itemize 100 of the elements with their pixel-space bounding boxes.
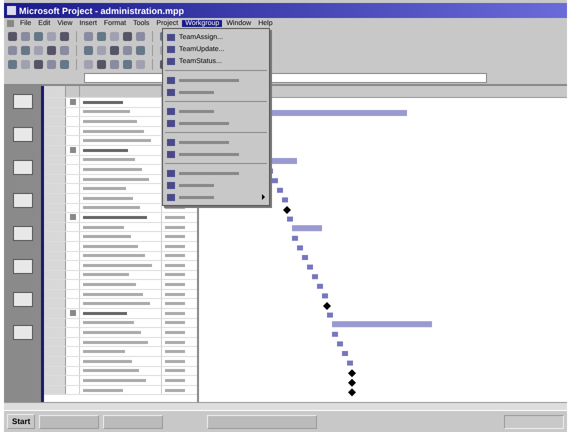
duration (165, 379, 185, 382)
duration (165, 264, 185, 267)
duration (165, 235, 185, 238)
submenu-arrow-icon (262, 194, 265, 200)
task-name (83, 292, 143, 296)
menu-item[interactable] (179, 172, 239, 174)
task-bar (277, 188, 283, 193)
row-header[interactable] (44, 299, 66, 308)
task-name (83, 216, 147, 219)
task-name (83, 178, 149, 181)
document-icon[interactable] (7, 20, 14, 26)
task-name (83, 340, 148, 344)
row-header[interactable] (44, 184, 66, 193)
row-header[interactable] (44, 117, 66, 126)
view-button[interactable] (12, 292, 32, 307)
horizontal-scrollbar[interactable] (4, 402, 567, 410)
taskbar-window[interactable] (39, 414, 100, 428)
row-header[interactable] (44, 357, 66, 366)
view-button[interactable] (12, 259, 32, 274)
task-bar (312, 274, 318, 280)
menu-item[interactable] (179, 196, 214, 198)
duration (165, 331, 185, 334)
task-name (83, 321, 134, 324)
task-name (83, 283, 136, 286)
task-bar (297, 245, 303, 250)
task-name (83, 273, 129, 276)
view-button[interactable] (12, 193, 32, 208)
duration (165, 226, 185, 229)
row-header[interactable] (44, 328, 66, 337)
task-bar (347, 360, 353, 366)
duration (165, 321, 185, 324)
task-bar (327, 312, 333, 318)
task-name (83, 254, 145, 258)
app-icon (7, 6, 16, 15)
menu-item[interactable] (179, 90, 214, 94)
task-name (83, 302, 150, 306)
menu-item[interactable] (179, 110, 214, 112)
menu-item[interactable] (179, 122, 229, 124)
duration (165, 216, 185, 219)
task-bar (282, 197, 288, 202)
note-icon (70, 147, 76, 154)
row-header[interactable] (44, 347, 66, 356)
task-name (83, 187, 126, 190)
task-name (83, 312, 127, 315)
start-button[interactable]: Start (7, 414, 36, 429)
summary-bar (292, 225, 322, 232)
menu-item[interactable] (179, 152, 239, 156)
duration (165, 302, 185, 306)
view-button[interactable] (12, 160, 32, 175)
task-name (83, 331, 141, 334)
taskbar-window[interactable] (103, 414, 164, 428)
menu-item[interactable] (179, 184, 214, 186)
view-button[interactable] (12, 127, 32, 142)
menu-item[interactable] (179, 78, 239, 82)
duration (165, 369, 185, 372)
note-icon (70, 99, 76, 106)
row-header[interactable] (44, 232, 66, 241)
task-name (83, 235, 131, 238)
task-name (83, 264, 152, 267)
task-bar (302, 255, 308, 260)
system-tray (504, 414, 564, 428)
task-bar (332, 332, 338, 337)
row-header[interactable] (44, 309, 66, 318)
taskbar-window[interactable] (207, 414, 318, 428)
task-name (83, 130, 144, 133)
task-name (83, 388, 123, 392)
task-name (83, 369, 139, 372)
duration (165, 283, 185, 286)
task-name (83, 196, 133, 200)
task-bar (292, 236, 298, 241)
task-name (83, 226, 124, 229)
row-header[interactable] (44, 213, 66, 222)
view-button[interactable] (12, 226, 32, 241)
duration (165, 254, 185, 258)
task-bar (317, 284, 323, 289)
milestone-marker (283, 206, 291, 214)
task-bar (272, 178, 278, 184)
milestone-marker (323, 302, 331, 310)
view-button[interactable] (12, 325, 32, 340)
duration (165, 388, 185, 392)
view-button[interactable] (12, 94, 32, 109)
row-header[interactable] (44, 376, 66, 385)
task-name (83, 360, 132, 363)
row-header[interactable] (44, 165, 66, 174)
note-icon (70, 310, 76, 316)
row-header[interactable] (44, 280, 66, 289)
row-header[interactable] (44, 261, 66, 270)
menu-item[interactable] (179, 140, 229, 144)
note-icon (70, 214, 76, 220)
task-name (83, 139, 151, 142)
row-header[interactable] (44, 98, 66, 107)
task-name (83, 148, 128, 152)
duration (165, 244, 185, 248)
row-header[interactable] (44, 136, 66, 145)
task-bar (307, 264, 313, 270)
task-name (83, 120, 137, 123)
task-name (83, 206, 140, 210)
duration (165, 273, 185, 276)
duration (165, 312, 185, 315)
task-name (83, 110, 130, 114)
